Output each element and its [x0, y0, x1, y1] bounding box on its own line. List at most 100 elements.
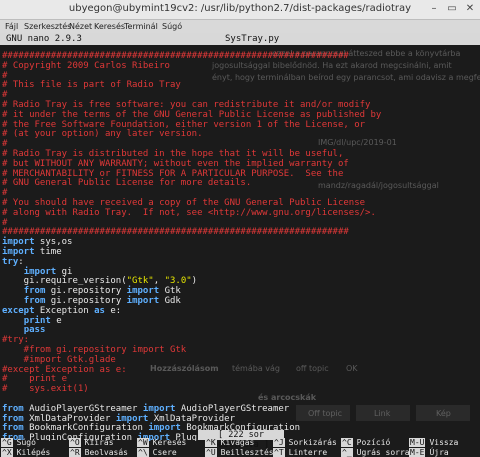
nano-header: GNU nano 2.9.3 SysTray.py — [0, 33, 480, 45]
shortcut-key: ^W — [137, 438, 149, 447]
shortcut-item[interactable]: ^K Kivágás — [205, 438, 254, 447]
shortcut-item[interactable]: M-E Újra — [409, 448, 449, 457]
shortcut-label: Keresés — [152, 438, 187, 447]
code-token: import — [126, 286, 160, 297]
shortcut-key: ^X — [1, 448, 13, 457]
code-token: e: — [104, 305, 122, 316]
minimize-icon[interactable]: – — [428, 3, 440, 15]
code-token: ) — [191, 276, 198, 287]
code-token: "Gtk" — [126, 276, 154, 287]
background-text: és arcocskák — [258, 393, 317, 402]
nano-filename: SysTray.py — [225, 34, 280, 44]
background-text: Link — [374, 409, 391, 418]
shortcut-item[interactable]: ^G Súgó — [1, 438, 36, 447]
code-token: : — [18, 256, 24, 267]
shortcut-item[interactable]: ^W Keresés — [137, 438, 186, 447]
code-token: from — [2, 403, 24, 414]
shortcut-label: Vissza — [429, 438, 459, 447]
menu-file[interactable]: Fájl — [5, 22, 18, 31]
shortcut-key: ^G — [1, 438, 13, 447]
code-token: import — [126, 296, 160, 306]
background-text: Kép — [436, 409, 451, 418]
shortcut-label: Kiírás — [84, 438, 114, 447]
code-token: # sys.exit(1) — [2, 384, 89, 395]
shortcut-item[interactable]: ^J Sorkizárás — [273, 438, 337, 447]
maximize-icon[interactable]: ▭ — [446, 3, 458, 15]
shortcut-key: ^\ — [137, 448, 149, 457]
code-token: import — [23, 266, 57, 277]
code-token: #from gi.repository import Gtk — [2, 345, 187, 355]
background-text: ényt, hogy terminálban beírod egy paranc… — [212, 73, 480, 82]
code-token: # it under the terms of the GNU General … — [2, 109, 382, 120]
menu-edit[interactable]: Szerkesztés — [24, 22, 71, 31]
code-token: "3.0" — [164, 276, 192, 287]
background-text: Off topic — [308, 409, 343, 418]
background-text: mandz/ragadál/jogosultsággal — [318, 181, 439, 190]
shortcut-item[interactable]: ^\ Csere — [137, 448, 177, 457]
code-token: from — [23, 286, 46, 297]
close-icon[interactable]: ✕ — [464, 3, 476, 15]
shortcut-label: Újra — [429, 448, 449, 457]
shortcut-item[interactable]: ^_ Ugrás sorra — [341, 448, 410, 457]
code-token: # — [2, 90, 8, 101]
code-line[interactable]: # along with Radio Tray. If not, see <ht… — [2, 208, 376, 219]
shortcut-label: Kilépés — [16, 448, 51, 457]
menu-terminal[interactable]: Terminál — [124, 22, 158, 31]
shortcut-item[interactable]: ^R Beolvasás — [69, 448, 128, 457]
code-token: # Copyright 2009 Carlos Ribeiro — [2, 60, 170, 71]
code-token: ########################################… — [2, 51, 349, 61]
nano-version: GNU nano 2.9.3 — [6, 34, 82, 44]
shortcut-key: ^K — [205, 438, 217, 447]
menu-help[interactable]: Súgó — [162, 22, 182, 31]
background-text: témába vág — [232, 364, 280, 373]
code-token: # MERCHANTABILITY or FITNESS FOR A PARTI… — [2, 168, 344, 179]
editor-area[interactable]: ezzel a paranccsal átteszed ebbe a könyv… — [0, 47, 480, 441]
code-token: Gtk — [159, 286, 181, 297]
window-controls: – ▭ ✕ — [428, 3, 476, 15]
shortcut-item[interactable]: ^T Linterre — [273, 448, 327, 457]
shortcut-label: Kivágás — [220, 438, 255, 447]
shortcut-label: Ugrás sorra — [356, 448, 410, 457]
menubar: Fájl Szerkesztés Nézet Keresés Terminál … — [0, 20, 480, 33]
background-text: off topic — [296, 364, 329, 373]
shortcut-item[interactable]: ^O Kiírás — [69, 438, 114, 447]
shortcut-key: ^O — [69, 438, 81, 447]
code-token: #import Gtk.glade — [2, 354, 116, 365]
code-line[interactable]: # (at your option) any later version. — [2, 129, 202, 140]
code-token: try — [2, 256, 19, 267]
code-token: except — [2, 305, 35, 316]
menu-search[interactable]: Keresés — [94, 22, 125, 31]
shortcut-key: ^C — [341, 438, 353, 447]
code-token: gi.require_version( — [2, 276, 127, 287]
shortcut-key: ^R — [69, 448, 81, 457]
code-token: # — [2, 139, 8, 150]
code-token: Gdk — [159, 296, 181, 306]
shortcut-key: ^_ — [341, 448, 353, 457]
code-token: import — [2, 237, 35, 248]
code-token: # along with Radio Tray. If not, see <ht… — [2, 207, 376, 218]
code-token: print — [23, 315, 51, 326]
code-line[interactable]: # This file is part of Radio Tray — [2, 80, 181, 91]
code-token: import — [2, 247, 35, 257]
window-title: ubyegon@ubymint19cv2: /usr/lib/python2.7… — [68, 3, 412, 14]
code-token: time — [34, 247, 62, 257]
code-line[interactable]: # Copyright 2009 Carlos Ribeiro — [2, 61, 170, 72]
shortcut-item[interactable]: ^C Pozíció — [341, 438, 390, 447]
menu-view[interactable]: Nézet — [69, 22, 92, 31]
shortcut-label: Linterre — [288, 448, 328, 457]
shortcut-item[interactable]: M-U Vissza — [409, 438, 458, 447]
code-token: as — [94, 305, 105, 316]
shortcut-item[interactable]: ^U Beillesztés — [205, 448, 274, 457]
code-token: # the Free Software Foundation, either v… — [2, 119, 366, 130]
shortcut-item[interactable]: ^X Kilépés — [1, 448, 50, 457]
shortcut-key: ^U — [205, 448, 217, 457]
background-text: IMG/dl/upc/2019-01 — [318, 138, 397, 147]
shortcut-key: ^T — [273, 448, 285, 457]
code-line[interactable]: # sys.exit(1) — [2, 384, 89, 395]
code-token: Exception — [34, 305, 95, 316]
code-line[interactable]: # GNU General Public License for more de… — [2, 178, 251, 189]
code-token: # Radio Tray is free software: you can r… — [2, 100, 371, 110]
shortcut-key: M-E — [409, 448, 426, 457]
